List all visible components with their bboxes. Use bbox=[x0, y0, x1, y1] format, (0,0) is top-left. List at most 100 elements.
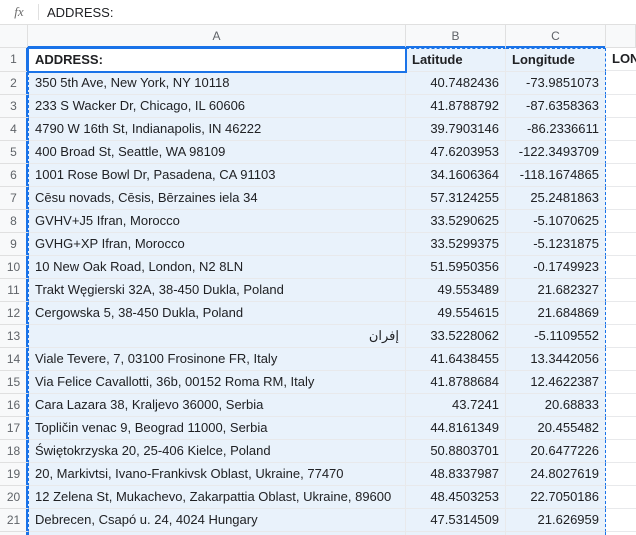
cell-latitude[interactable]: 47.5314509 bbox=[406, 509, 506, 532]
row-header[interactable]: 6 bbox=[0, 164, 28, 187]
cell-latitude[interactable]: 40.7482436 bbox=[406, 72, 506, 95]
cell-address[interactable]: 20, Markivtsi, Ivano-Frankivsk Oblast, U… bbox=[28, 463, 406, 486]
row-header[interactable]: 21 bbox=[0, 509, 28, 532]
cell-address[interactable]: 400 Broad St, Seattle, WA 98109 bbox=[28, 141, 406, 164]
cell-address[interactable]: Topličin venac 9, Beograd 11000, Serbia bbox=[28, 417, 406, 440]
cell-longitude[interactable]: 21.684869 bbox=[506, 302, 606, 325]
cell-address[interactable]: إفران bbox=[28, 325, 406, 348]
cell-longitude[interactable]: -0.1749923 bbox=[506, 256, 606, 279]
cell-longitude[interactable]: 21.626959 bbox=[506, 509, 606, 532]
cell-address[interactable]: Cēsu novads, Cēsis, Bērzaines iela 34 bbox=[28, 187, 406, 210]
row-header[interactable]: 17 bbox=[0, 417, 28, 440]
cell-address[interactable]: 12 Zelena St, Mukachevo, Zakarpattia Obl… bbox=[28, 486, 406, 509]
cell-latitude[interactable]: 48.8337987 bbox=[406, 463, 506, 486]
cell-overflow-d[interactable]: LON bbox=[606, 48, 636, 71]
row-header[interactable]: 18 bbox=[0, 440, 28, 463]
header-longitude[interactable]: Longitude bbox=[506, 48, 606, 72]
cell-address[interactable]: GVHV+J5 Ifran, Morocco bbox=[28, 210, 406, 233]
cell-longitude[interactable]: 12.4622387 bbox=[506, 371, 606, 394]
cell-overflow-d[interactable] bbox=[606, 486, 636, 509]
formula-input[interactable]: ADDRESS: bbox=[39, 5, 636, 20]
cell-overflow-d[interactable] bbox=[606, 394, 636, 417]
row-header[interactable]: 14 bbox=[0, 348, 28, 371]
cell-address[interactable]: 1001 Rose Bowl Dr, Pasadena, CA 91103 bbox=[28, 164, 406, 187]
row-header[interactable]: 20 bbox=[0, 486, 28, 509]
cell-latitude[interactable]: 43.7241 bbox=[406, 394, 506, 417]
cell-overflow-d[interactable] bbox=[606, 463, 636, 486]
cell-overflow-d[interactable] bbox=[606, 118, 636, 141]
cell-overflow-d[interactable] bbox=[606, 348, 636, 371]
cell-longitude[interactable]: -73.9851073 bbox=[506, 72, 606, 95]
row-header[interactable]: 19 bbox=[0, 463, 28, 486]
cell-latitude[interactable]: 57.3124255 bbox=[406, 187, 506, 210]
row-header[interactable]: 15 bbox=[0, 371, 28, 394]
cell-latitude[interactable]: 41.6438455 bbox=[406, 348, 506, 371]
cell-latitude[interactable]: 49.554615 bbox=[406, 302, 506, 325]
row-header[interactable]: 5 bbox=[0, 141, 28, 164]
cell-latitude[interactable]: 49.553489 bbox=[406, 279, 506, 302]
cell-longitude[interactable]: 22.7050186 bbox=[506, 486, 606, 509]
cell-longitude[interactable]: 25.2481863 bbox=[506, 187, 606, 210]
cell-overflow-d[interactable] bbox=[606, 72, 636, 95]
cell-latitude[interactable]: 50.8803701 bbox=[406, 440, 506, 463]
cell-overflow-d[interactable] bbox=[606, 509, 636, 532]
cell-latitude[interactable]: 41.8788792 bbox=[406, 95, 506, 118]
cell-longitude[interactable]: -122.3493709 bbox=[506, 141, 606, 164]
cell-address[interactable]: 4790 W 16th St, Indianapolis, IN 46222 bbox=[28, 118, 406, 141]
col-header-C[interactable]: C bbox=[506, 25, 606, 48]
cell-longitude[interactable]: -86.2336611 bbox=[506, 118, 606, 141]
cell-latitude[interactable]: 41.8788684 bbox=[406, 371, 506, 394]
cell-latitude[interactable]: 44.8161349 bbox=[406, 417, 506, 440]
cell-longitude[interactable]: -87.6358363 bbox=[506, 95, 606, 118]
cell-overflow-d[interactable] bbox=[606, 233, 636, 256]
cell-address[interactable]: Trakt Węgierski 32A, 38-450 Dukla, Polan… bbox=[28, 279, 406, 302]
row-header[interactable]: 12 bbox=[0, 302, 28, 325]
col-header-B[interactable]: B bbox=[406, 25, 506, 48]
row-header[interactable]: 16 bbox=[0, 394, 28, 417]
cell-latitude[interactable]: 47.6203953 bbox=[406, 141, 506, 164]
row-header[interactable]: 8 bbox=[0, 210, 28, 233]
cell-address[interactable]: Viale Tevere, 7, 03100 Frosinone FR, Ita… bbox=[28, 348, 406, 371]
cell-longitude[interactable]: 20.6477226 bbox=[506, 440, 606, 463]
spreadsheet-grid[interactable]: A B C 1ADDRESS:LatitudeLongitudeLON 2350 … bbox=[0, 25, 636, 535]
header-latitude[interactable]: Latitude bbox=[406, 48, 506, 72]
header-address[interactable]: ADDRESS: bbox=[28, 48, 406, 72]
cell-overflow-d[interactable] bbox=[606, 210, 636, 233]
cell-address[interactable]: 350 5th Ave, New York, NY 10118 bbox=[28, 72, 406, 95]
cell-longitude[interactable]: -5.1109552 bbox=[506, 325, 606, 348]
cell-address[interactable]: Cergowska 5, 38-450 Dukla, Poland bbox=[28, 302, 406, 325]
row-header[interactable]: 3 bbox=[0, 95, 28, 118]
row-header[interactable]: 9 bbox=[0, 233, 28, 256]
cell-overflow-d[interactable] bbox=[606, 325, 636, 348]
cell-overflow-d[interactable] bbox=[606, 440, 636, 463]
cell-longitude[interactable]: -5.1231875 bbox=[506, 233, 606, 256]
cell-longitude[interactable]: 24.8027619 bbox=[506, 463, 606, 486]
cell-longitude[interactable]: 20.68833 bbox=[506, 394, 606, 417]
cell-address[interactable]: 233 S Wacker Dr, Chicago, IL 60606 bbox=[28, 95, 406, 118]
cell-latitude[interactable]: 48.4503253 bbox=[406, 486, 506, 509]
cell-overflow-d[interactable] bbox=[606, 256, 636, 279]
cell-address[interactable]: Świętokrzyska 20, 25-406 Kielce, Poland bbox=[28, 440, 406, 463]
col-header-A[interactable]: A bbox=[28, 25, 406, 48]
row-header[interactable]: 2 bbox=[0, 72, 28, 95]
cell-latitude[interactable]: 39.7903146 bbox=[406, 118, 506, 141]
cell-overflow-d[interactable] bbox=[606, 417, 636, 440]
fx-icon[interactable]: fx bbox=[0, 4, 39, 20]
cell-latitude[interactable]: 33.5290625 bbox=[406, 210, 506, 233]
row-header[interactable]: 1 bbox=[0, 48, 28, 72]
cell-overflow-d[interactable] bbox=[606, 141, 636, 164]
cell-latitude[interactable]: 33.5228062 bbox=[406, 325, 506, 348]
cell-address[interactable]: 10 New Oak Road, London, N2 8LN bbox=[28, 256, 406, 279]
row-header[interactable]: 11 bbox=[0, 279, 28, 302]
cell-longitude[interactable]: -5.1070625 bbox=[506, 210, 606, 233]
cell-overflow-d[interactable] bbox=[606, 371, 636, 394]
cell-overflow-d[interactable] bbox=[606, 302, 636, 325]
cell-longitude[interactable]: 13.3442056 bbox=[506, 348, 606, 371]
cell-address[interactable]: Cara Lazara 38, Kraljevo 36000, Serbia bbox=[28, 394, 406, 417]
cell-overflow-d[interactable] bbox=[606, 187, 636, 210]
cell-longitude[interactable]: 20.455482 bbox=[506, 417, 606, 440]
row-header[interactable]: 13 bbox=[0, 325, 28, 348]
row-header[interactable]: 4 bbox=[0, 118, 28, 141]
cell-address[interactable]: GVHG+XP Ifran, Morocco bbox=[28, 233, 406, 256]
row-header[interactable]: 7 bbox=[0, 187, 28, 210]
